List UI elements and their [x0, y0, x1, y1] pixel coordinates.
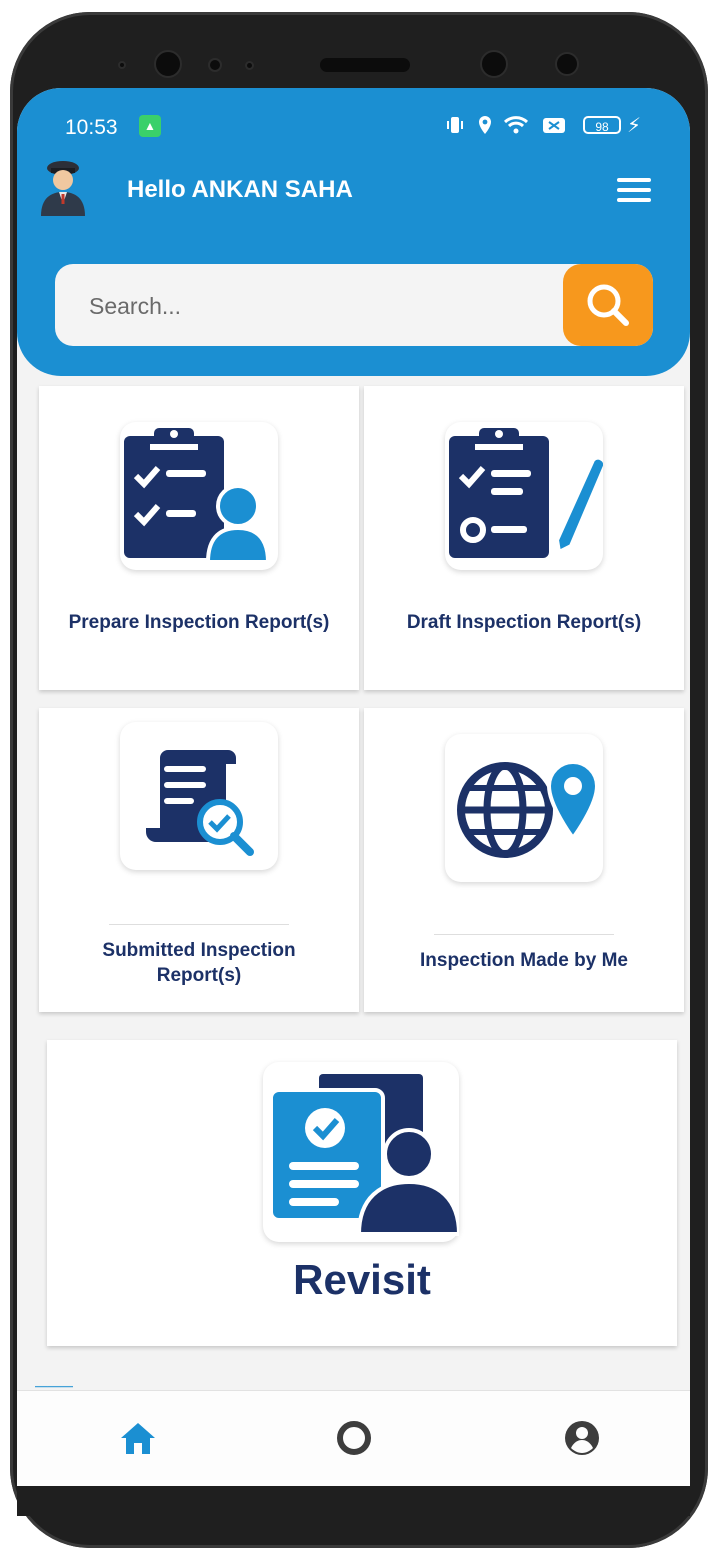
status-time: 10:53: [65, 116, 118, 139]
sensor: [208, 58, 222, 72]
card-icon-tile: [445, 422, 608, 570]
total-inspection-heading-peek: ───: [35, 1376, 74, 1390]
rear-sensor: [480, 50, 508, 78]
card-draft-inspection-reports[interactable]: Draft Inspection Report(s): [364, 386, 684, 690]
card-icon-tile: [120, 722, 278, 870]
sensor: [118, 61, 126, 69]
card-prepare-inspection-reports[interactable]: Prepare Inspection Report(s): [39, 386, 359, 690]
sensor: [245, 61, 254, 70]
revisit-person-icon: [269, 1074, 462, 1236]
card-revisit[interactable]: Revisit: [47, 1040, 677, 1346]
rear-sensor: [555, 52, 579, 76]
card-label: Inspection Made by Me: [420, 950, 628, 971]
search-input[interactable]: [87, 286, 561, 326]
card-label: Submitted Inspection Report(s): [102, 940, 296, 986]
app-screen: 10:53 ▲ 98 ⚡︎ Hello ANKAN SAHA Search...…: [17, 88, 690, 1486]
account-icon[interactable]: [557, 1413, 607, 1463]
card-label: Prepare Inspection Report(s): [68, 612, 330, 633]
bottom-navigation: [17, 1390, 690, 1486]
phone-bottom-bezel: [17, 1486, 690, 1516]
card-divider: [434, 934, 614, 935]
clipboard-user-icon: [124, 428, 271, 564]
status-indicator-icons: [447, 116, 565, 134]
app-header: 10:53 ▲ 98 ⚡︎ Hello ANKAN SAHA Search...: [17, 88, 690, 376]
search-bar: [55, 264, 653, 346]
revisit-label: Revisit: [293, 1256, 431, 1303]
menu-icon[interactable]: [617, 178, 651, 204]
card-icon-tile: [120, 422, 278, 570]
globe-pin-icon: [457, 759, 600, 858]
notification-badge-icon: ▲: [139, 115, 161, 137]
front-camera: [154, 50, 182, 78]
card-label: Draft Inspection Report(s): [406, 612, 642, 633]
card-icon-tile: [263, 1062, 462, 1242]
document-search-icon: [146, 750, 254, 856]
card-divider: [109, 924, 289, 925]
card-icon-tile: [445, 734, 603, 882]
home-icon[interactable]: [113, 1413, 163, 1463]
card-submitted-inspection-reports[interactable]: Submitted Inspection Report(s): [39, 708, 359, 1012]
battery-indicator: 98: [583, 116, 621, 134]
charging-icon: ⚡︎: [627, 115, 642, 137]
avatar: [41, 161, 85, 216]
status-icons: [447, 113, 577, 142]
search-icon: [587, 284, 629, 326]
circle-icon[interactable]: [329, 1413, 379, 1463]
search-button[interactable]: [563, 264, 653, 346]
card-inspection-made-by-me[interactable]: Inspection Made by Me: [364, 708, 684, 1012]
earpiece-speaker: [320, 58, 410, 72]
greeting-text: Hello ANKAN SAHA: [127, 176, 353, 203]
clipboard-pen-icon: [449, 428, 608, 558]
